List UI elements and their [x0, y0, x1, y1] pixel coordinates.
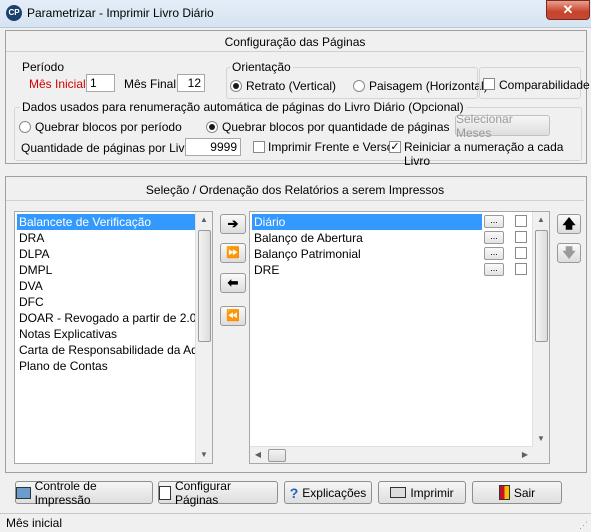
- comparabilidade-checkbox[interactable]: [483, 78, 495, 90]
- restart-numbering-label: Reiniciar a numeração a cada Livro: [404, 140, 564, 168]
- scroll-down-icon[interactable]: ▼: [533, 431, 549, 447]
- config-section-title: Configuração das Páginas: [224, 35, 366, 49]
- window-title: Parametrizar - Imprimir Livro Diário: [27, 6, 214, 20]
- list-item[interactable]: Notas Explicativas: [17, 326, 195, 342]
- print-control-label: Controle de Impressão: [34, 478, 97, 507]
- break-by-pages-label: Quebrar blocos por quantidade de páginas: [222, 120, 450, 134]
- configure-pages-button[interactable]: Configurar Páginas: [158, 478, 278, 507]
- orientacao-legend: Orientação: [230, 60, 293, 74]
- periodo-legend: Período: [20, 60, 67, 74]
- explanations-button[interactable]: ? Explicações: [284, 481, 372, 504]
- report-checkbox[interactable]: [515, 263, 527, 275]
- monitor-icon: [16, 486, 31, 499]
- list-item[interactable]: DMPL: [17, 262, 195, 278]
- list-item[interactable]: Balanço de Abertura: [252, 230, 482, 246]
- add-all-button[interactable]: ⏩: [220, 243, 246, 263]
- pages-per-book-label: Quantidade de páginas por Livros: [21, 141, 202, 155]
- end-month-label: Mês Final:: [124, 77, 180, 91]
- start-month-input[interactable]: [86, 74, 115, 92]
- landscape-label: Paisagem (Horizontal): [369, 79, 488, 93]
- report-checkbox[interactable]: [515, 215, 527, 227]
- list-item[interactable]: DFC: [17, 294, 195, 310]
- break-by-period-label: Quebrar blocos por período: [35, 120, 182, 134]
- comparabilidade-label: Comparabilidade: [499, 78, 590, 92]
- remove-all-button[interactable]: ⏪: [220, 306, 246, 326]
- landscape-radio[interactable]: [353, 80, 365, 92]
- selected-reports-list[interactable]: Diário... Balanço de Abertura... Balanço P…: [249, 211, 550, 464]
- scroll-thumb[interactable]: [268, 449, 286, 462]
- list-item[interactable]: DRE: [252, 262, 482, 278]
- list-item[interactable]: DOAR - Revogado a partir de 2.008: [17, 310, 210, 326]
- move-down-button[interactable]: 🡇: [557, 243, 581, 263]
- select-months-button[interactable]: Selecionar Meses: [455, 112, 550, 140]
- close-button[interactable]: ✕: [546, 0, 590, 20]
- scroll-right-icon[interactable]: ▶: [517, 447, 533, 463]
- remove-one-button[interactable]: ⬅: [220, 273, 246, 293]
- explanations-label: Explicações: [302, 485, 367, 500]
- divider: [6, 51, 584, 52]
- resize-grip-icon[interactable]: ⋰: [579, 520, 588, 531]
- scroll-down-icon[interactable]: ▼: [196, 447, 212, 463]
- reports-section-title: Seleção / Ordenação dos Relatórios a ser…: [145, 183, 445, 197]
- divider: [6, 200, 584, 201]
- add-one-button[interactable]: ➔: [220, 214, 246, 234]
- scroll-thumb[interactable]: [535, 230, 548, 342]
- ellipsis-button[interactable]: ...: [484, 247, 504, 260]
- print-control-button[interactable]: Controle de Impressão: [15, 478, 153, 507]
- configure-pages-label: Configurar Páginas: [174, 478, 231, 507]
- exit-button[interactable]: Sair: [472, 481, 562, 504]
- list-item[interactable]: Carta de Responsabilidade da Administraç…: [17, 342, 212, 358]
- app-icon: CP: [6, 5, 22, 21]
- title-bar: CP Parametrizar - Imprimir Livro Diário …: [0, 0, 591, 28]
- report-checkbox[interactable]: [515, 231, 527, 243]
- start-month-label: Mês Inicial:: [29, 77, 90, 91]
- list-item[interactable]: DRA: [17, 230, 195, 246]
- available-reports-list[interactable]: Balancete de Verificação DRA DLPA DMPL DVA DF…: [14, 211, 213, 464]
- list-item[interactable]: Balancete de Verificação: [17, 214, 195, 230]
- portrait-label: Retrato (Vertical): [246, 79, 337, 93]
- page-icon: [159, 485, 171, 500]
- end-month-input[interactable]: [177, 74, 205, 92]
- break-by-pages-radio[interactable]: [206, 121, 218, 133]
- break-by-period-radio[interactable]: [19, 121, 31, 133]
- report-checkbox[interactable]: [515, 247, 527, 259]
- print-button[interactable]: Imprimir: [378, 481, 466, 504]
- status-text: Mês inicial: [6, 516, 63, 530]
- list-item[interactable]: Plano de Contas: [17, 358, 195, 374]
- pages-per-book-input[interactable]: [185, 138, 241, 156]
- printer-icon: [390, 487, 407, 498]
- scroll-left-icon[interactable]: ◀: [250, 447, 266, 463]
- ellipsis-button[interactable]: ...: [484, 215, 504, 228]
- scroll-up-icon[interactable]: ▲: [196, 212, 212, 228]
- list-item[interactable]: Balanço Patrimonial: [252, 246, 482, 262]
- renumeracao-legend: Dados usados para renumeração automática…: [20, 100, 466, 114]
- ellipsis-button[interactable]: ...: [484, 263, 504, 276]
- restart-numbering-checkbox[interactable]: ✓: [389, 141, 401, 153]
- exit-door-icon: [498, 485, 510, 500]
- available-scrollbar[interactable]: ▲ ▼: [195, 212, 212, 463]
- list-item[interactable]: DLPA: [17, 246, 195, 262]
- exit-label: Sair: [513, 485, 536, 500]
- ellipsis-button[interactable]: ...: [484, 231, 504, 244]
- status-bar: Mês inicial ⋰: [0, 513, 591, 532]
- scroll-thumb[interactable]: [198, 230, 211, 342]
- front-back-label: Imprimir Frente e Verso: [268, 140, 394, 154]
- horizontal-scrollbar[interactable]: ◀ ▶: [250, 446, 533, 463]
- scroll-up-icon[interactable]: ▲: [533, 212, 549, 228]
- front-back-checkbox[interactable]: [253, 141, 265, 153]
- portrait-radio[interactable]: [230, 80, 242, 92]
- move-up-button[interactable]: 🡅: [557, 214, 581, 234]
- help-icon: ?: [289, 484, 299, 501]
- list-item[interactable]: Diário: [252, 214, 482, 230]
- print-label: Imprimir: [410, 485, 454, 500]
- selected-scrollbar[interactable]: ▲ ▼: [532, 212, 549, 463]
- list-item[interactable]: DVA: [17, 278, 195, 294]
